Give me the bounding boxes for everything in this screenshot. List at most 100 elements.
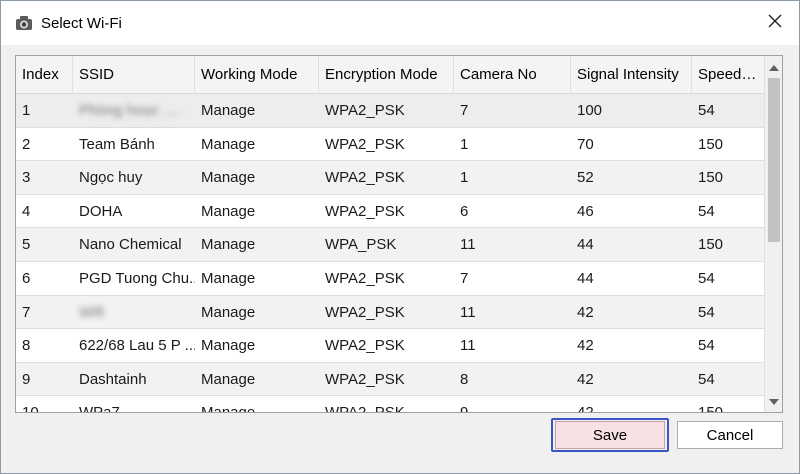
- scroll-down-button[interactable]: [765, 392, 782, 410]
- vertical-scrollbar[interactable]: [764, 56, 782, 412]
- cell-index: 3: [22, 169, 31, 187]
- cell-signal-intensity: 42: [577, 337, 594, 355]
- cell-index: 5: [22, 236, 31, 254]
- cell-signal-intensity: 70: [577, 135, 594, 153]
- wifi-grid: Index SSID Working Mode Encryption Mode …: [16, 56, 764, 412]
- cell-encryption-mode: WPA2_PSK: [325, 370, 405, 388]
- cell-camera-no: 7: [460, 102, 469, 119]
- close-button[interactable]: [757, 7, 793, 39]
- cell-signal-intensity: 100: [577, 102, 603, 119]
- cell-speed: 150: [692, 396, 764, 412]
- cell-ssid: Team Bánh: [79, 135, 155, 153]
- cell-signal-intensity: 44: [577, 236, 594, 254]
- cell-index: 1: [22, 102, 31, 119]
- cell-camera-no: 1: [460, 135, 469, 153]
- cell-speed: 54: [698, 269, 715, 287]
- column-header-ssid[interactable]: SSID: [73, 56, 195, 94]
- table-body: 1 Phòng hoọc .... Manage WPA2_PSK 7 100 54 2 Tea…: [16, 94, 764, 412]
- cell-index: 2: [22, 135, 31, 153]
- table-row[interactable]: 8 622/68 Lau 5 P ... Manage WPA2_PSK 11 42 54: [16, 329, 764, 363]
- cell-working-mode: Manage: [201, 135, 256, 153]
- cell-ssid: PGD Tuong Chu...: [79, 269, 195, 287]
- select-wifi-dialog: Select Wi-Fi Index SSID Working Mode Enc…: [0, 0, 800, 474]
- cell-speed: 150: [698, 169, 724, 187]
- table-row[interactable]: 10WPa7ManageWPA2_PSK942150: [16, 396, 764, 412]
- cell-camera-no: 11: [460, 236, 476, 254]
- chevron-up-icon: [769, 58, 779, 76]
- table-header: Index SSID Working Mode Encryption Mode …: [16, 56, 764, 94]
- cell-ssid: Ngọc huy: [79, 169, 143, 187]
- cell-working-mode: Manage: [201, 370, 256, 388]
- table-row[interactable]: 7 Wifi Manage WPA2_PSK 11 42 54: [16, 295, 764, 330]
- cell-ssid: WPa7: [73, 396, 195, 412]
- cell-camera-no: 11: [460, 337, 476, 355]
- cell-signal-intensity: 42: [577, 370, 594, 388]
- table-row[interactable]: 3 Ngọc huy Manage WPA2_PSK 1 52 150: [16, 161, 764, 195]
- save-button[interactable]: Save: [555, 421, 665, 449]
- cell-ssid: Dashtainh: [79, 370, 147, 388]
- wifi-table: Index SSID Working Mode Encryption Mode …: [15, 55, 783, 413]
- cell-ssid: Nano Chemical: [79, 236, 182, 254]
- cell-working-mode: Manage: [195, 396, 319, 412]
- cell-camera-no: 7: [460, 269, 469, 287]
- table-row[interactable]: 2 Team Bánh Manage WPA2_PSK 1 70 150: [16, 128, 764, 162]
- scroll-up-button[interactable]: [765, 58, 782, 76]
- cell-working-mode: Manage: [201, 337, 256, 355]
- cell-signal-intensity: 42: [571, 396, 692, 412]
- cell-working-mode: Manage: [201, 102, 256, 119]
- cell-ssid: DOHA: [79, 202, 123, 220]
- column-header-working-mode[interactable]: Working Mode: [195, 56, 319, 94]
- cell-camera-no: 11: [460, 303, 476, 321]
- title-bar: Select Wi-Fi: [1, 1, 799, 45]
- cell-encryption-mode: WPA2_PSK: [319, 396, 454, 412]
- cell-speed: 150: [698, 135, 724, 153]
- column-header-index[interactable]: Index: [16, 56, 73, 94]
- cell-working-mode: Manage: [201, 169, 256, 187]
- scroll-thumb[interactable]: [768, 78, 780, 242]
- chevron-down-icon: [769, 392, 779, 410]
- cell-signal-intensity: 42: [577, 303, 594, 321]
- cell-index: 4: [22, 202, 31, 220]
- cell-encryption-mode: WPA2_PSK: [325, 269, 405, 287]
- cell-encryption-mode: WPA2_PSK: [325, 303, 405, 321]
- cell-signal-intensity: 44: [577, 269, 594, 287]
- cell-encryption-mode: WPA_PSK: [325, 236, 397, 254]
- table-row[interactable]: 5 Nano Chemical Manage WPA_PSK 11 44 150: [16, 228, 764, 262]
- cell-index: 10: [16, 396, 73, 412]
- column-header-speed[interactable]: Speed…: [692, 56, 764, 94]
- window-title: Select Wi-Fi: [41, 15, 122, 32]
- cell-speed: 54: [698, 370, 715, 388]
- cell-encryption-mode: WPA2_PSK: [325, 169, 405, 187]
- cell-speed: 54: [698, 303, 715, 321]
- table-row[interactable]: 6 PGD Tuong Chu... Manage WPA2_PSK 7 44 54: [16, 262, 764, 296]
- cell-speed: 54: [698, 102, 715, 119]
- column-header-signal-intensity[interactable]: Signal Intensity: [571, 56, 692, 94]
- column-header-encryption-mode[interactable]: Encryption Mode: [319, 56, 454, 94]
- cell-ssid: 622/68 Lau 5 P ...: [79, 337, 195, 355]
- table-row[interactable]: 9 Dashtainh Manage WPA2_PSK 8 42 54: [16, 362, 764, 397]
- column-header-camera-no[interactable]: Camera No: [454, 56, 571, 94]
- cell-camera-no: 6: [460, 202, 469, 220]
- cell-speed: 150: [698, 236, 724, 254]
- cell-speed: 54: [698, 202, 715, 220]
- cell-encryption-mode: WPA2_PSK: [325, 135, 405, 153]
- cell-working-mode: Manage: [201, 202, 256, 220]
- cell-encryption-mode: WPA2_PSK: [325, 202, 405, 220]
- table-row[interactable]: 4 DOHA Manage WPA2_PSK 6 46 54: [16, 195, 764, 229]
- cell-speed: 54: [698, 337, 715, 355]
- camera-icon: [15, 15, 33, 31]
- close-icon: [768, 14, 782, 33]
- cell-ssid: Phòng hoọc ....: [79, 102, 180, 119]
- table-row[interactable]: 1 Phòng hoọc .... Manage WPA2_PSK 7 100 54: [16, 94, 764, 128]
- cell-working-mode: Manage: [201, 236, 256, 254]
- cell-ssid: Wifi: [79, 303, 104, 321]
- cell-working-mode: Manage: [201, 269, 256, 287]
- cell-signal-intensity: 46: [577, 202, 594, 220]
- cell-index: 8: [22, 337, 31, 355]
- cell-camera-no: 1: [460, 169, 469, 187]
- cancel-button[interactable]: Cancel: [677, 421, 783, 449]
- cell-encryption-mode: WPA2_PSK: [325, 337, 405, 355]
- cell-camera-no: 9: [454, 396, 571, 412]
- cell-camera-no: 8: [460, 370, 469, 388]
- cell-encryption-mode: WPA2_PSK: [325, 102, 405, 119]
